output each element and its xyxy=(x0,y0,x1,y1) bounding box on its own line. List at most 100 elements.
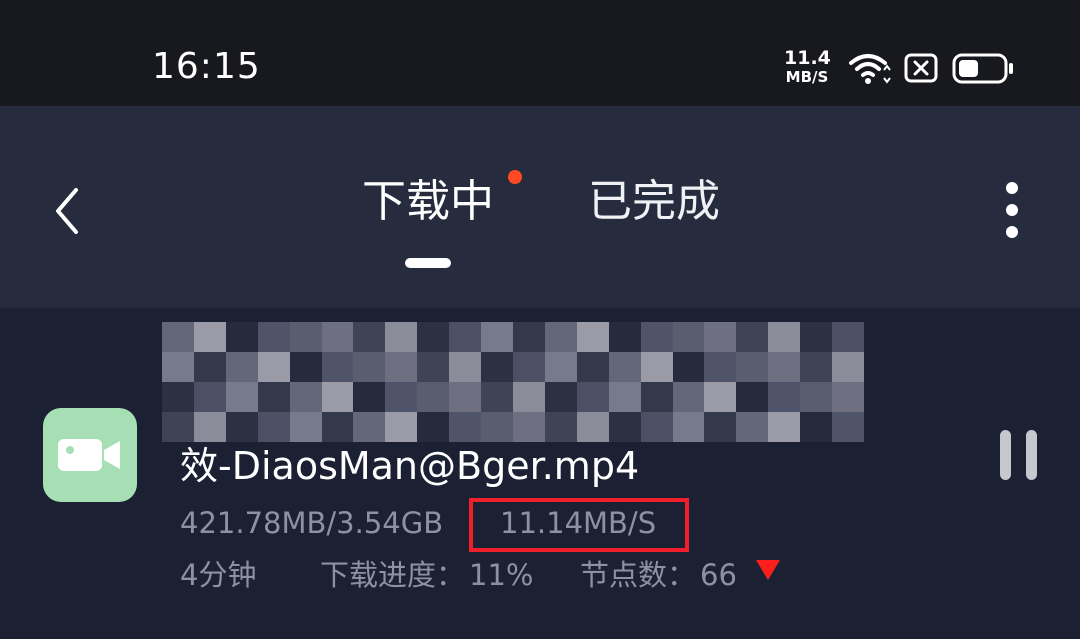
wifi-icon xyxy=(849,54,891,84)
mosaic-cell xyxy=(162,412,194,442)
download-progress: 下载进度： 11% xyxy=(320,552,533,594)
mosaic-cell xyxy=(449,352,482,382)
mosaic-cell xyxy=(768,322,801,352)
mosaic-cell xyxy=(289,382,322,412)
mosaic-cell xyxy=(417,412,450,442)
mosaic-cell xyxy=(672,352,705,382)
time-remaining: 4分钟 xyxy=(180,558,257,592)
mosaic-cell xyxy=(449,322,482,352)
down-arrow-icon xyxy=(756,560,780,580)
active-tab-indicator xyxy=(405,258,451,268)
mosaic-cell xyxy=(353,412,386,442)
mosaic-cell xyxy=(257,412,290,442)
mosaic-cell xyxy=(417,382,450,412)
mosaic-cell xyxy=(800,382,833,412)
mosaic-cell xyxy=(736,382,769,412)
mosaic-cell xyxy=(832,412,864,442)
mosaic-cell xyxy=(353,352,386,382)
mosaic-cell xyxy=(257,382,290,412)
mosaic-cell xyxy=(481,322,513,352)
mosaic-cell xyxy=(672,412,705,442)
mosaic-cell xyxy=(193,382,226,412)
mosaic-cell xyxy=(162,382,194,412)
status-bar: 16:15 11.4 MB/S xyxy=(0,0,1080,106)
pause-icon xyxy=(1000,430,1011,480)
file-name: 效-DiaosMan@Bger.mp4 xyxy=(180,444,640,488)
mosaic-cell xyxy=(162,322,194,352)
mosaic-cell xyxy=(481,382,513,412)
mosaic-cell xyxy=(544,382,577,412)
download-manager-screen: 16:15 11.4 MB/S 下载中 已完成 效-DiaosMan@Bger.… xyxy=(0,0,1080,639)
mosaic-cell xyxy=(608,382,641,412)
mosaic-cell xyxy=(608,352,641,382)
sim-icon xyxy=(904,53,938,83)
mosaic-cell xyxy=(289,412,322,442)
mosaic-cell xyxy=(832,382,864,412)
redacted-filename-mosaic xyxy=(162,322,864,442)
mosaic-cell xyxy=(608,322,641,352)
network-speed-value: 11.4 xyxy=(784,47,831,69)
mosaic-cell xyxy=(736,322,769,352)
mosaic-cell xyxy=(321,382,354,412)
network-speed-indicator: 11.4 MB/S xyxy=(784,47,831,85)
more-icon[interactable] xyxy=(998,178,1026,242)
mosaic-cell xyxy=(736,352,769,382)
mosaic-cell xyxy=(640,352,673,382)
tab-completed[interactable]: 已完成 xyxy=(588,172,720,232)
mosaic-cell xyxy=(576,322,609,352)
download-header: 下载中 已完成 xyxy=(0,106,1080,308)
download-list-item[interactable]: 效-DiaosMan@Bger.mp4 421.78MB/3.54GB 11.1… xyxy=(0,308,1080,639)
mosaic-cell xyxy=(576,352,609,382)
mosaic-cell xyxy=(193,412,226,442)
mosaic-cell xyxy=(225,352,258,382)
nodes-value: 66 xyxy=(700,558,737,592)
mosaic-cell xyxy=(608,412,641,442)
mosaic-cell xyxy=(449,382,482,412)
mosaic-cell xyxy=(225,322,258,352)
mosaic-cell xyxy=(257,322,290,352)
mosaic-cell xyxy=(257,352,290,382)
mosaic-cell xyxy=(481,352,513,382)
mosaic-cell xyxy=(512,322,545,352)
mosaic-cell xyxy=(544,352,577,382)
download-speed: 11.14MB/S xyxy=(500,506,657,540)
mosaic-cell xyxy=(385,352,418,382)
mosaic-cell xyxy=(768,382,801,412)
mosaic-cell xyxy=(704,322,737,352)
mosaic-cell xyxy=(321,352,354,382)
mosaic-cell xyxy=(193,322,226,352)
mosaic-cell xyxy=(640,382,673,412)
mosaic-cell xyxy=(162,352,194,382)
tab-downloading[interactable]: 下载中 xyxy=(362,172,494,232)
mosaic-cell xyxy=(640,322,673,352)
mosaic-cell xyxy=(832,352,864,382)
mosaic-cell xyxy=(704,412,737,442)
mosaic-cell xyxy=(704,382,737,412)
mosaic-cell xyxy=(512,382,545,412)
mosaic-cell xyxy=(832,322,864,352)
mosaic-cell xyxy=(289,352,322,382)
mosaic-cell xyxy=(672,382,705,412)
pause-button[interactable] xyxy=(996,430,1042,482)
status-time: 16:15 xyxy=(152,46,261,87)
mosaic-cell xyxy=(321,322,354,352)
notification-dot xyxy=(508,170,522,184)
video-file-icon xyxy=(43,408,137,502)
nodes-label: 节点数： xyxy=(580,558,697,592)
back-icon[interactable] xyxy=(52,186,82,236)
mosaic-cell xyxy=(321,412,354,442)
mosaic-cell xyxy=(640,412,673,442)
progress-label: 下载进度： xyxy=(320,558,466,592)
mosaic-cell xyxy=(289,322,322,352)
mosaic-cell xyxy=(800,412,833,442)
mosaic-cell xyxy=(225,412,258,442)
video-icon xyxy=(58,439,120,471)
mosaic-cell xyxy=(768,412,801,442)
mosaic-cell xyxy=(672,322,705,352)
mosaic-cell xyxy=(512,412,545,442)
mosaic-cell xyxy=(704,352,737,382)
mosaic-cell xyxy=(353,322,386,352)
mosaic-cell xyxy=(800,322,833,352)
mosaic-cell xyxy=(417,352,450,382)
node-count: 节点数： 66 xyxy=(580,552,737,594)
